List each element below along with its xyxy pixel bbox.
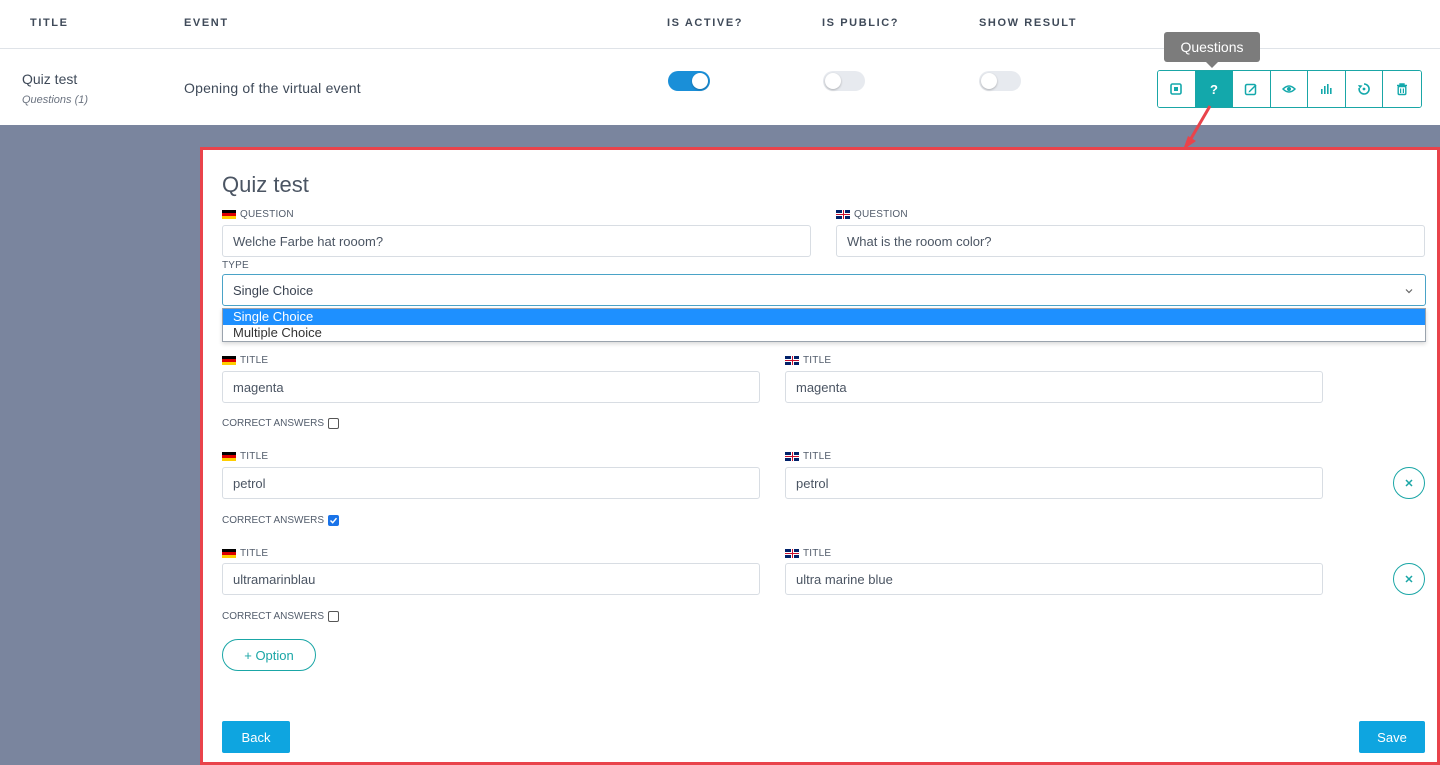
question-en-input[interactable]: What is the rooom color? xyxy=(836,225,1425,257)
uk-flag-icon xyxy=(785,549,799,558)
check-icon xyxy=(330,517,338,524)
chevron-down-icon xyxy=(1405,289,1413,294)
is-active-toggle[interactable] xyxy=(668,71,710,91)
uk-flag-icon xyxy=(836,210,850,219)
type-option-multiple[interactable]: Multiple Choice xyxy=(223,325,1425,341)
option-1-de-label: TITLE xyxy=(222,355,268,366)
type-select-value: Single Choice xyxy=(233,282,314,298)
correct-answers-label: CORRECT ANSWERS xyxy=(222,611,325,622)
option-2-en-label: TITLE xyxy=(785,451,831,462)
column-header-event: EVENT xyxy=(184,17,229,29)
option-2-correct: CORRECT ANSWERS xyxy=(222,515,340,526)
german-flag-icon xyxy=(222,210,236,219)
option-3-en-label: TITLE xyxy=(785,548,831,559)
eye-icon xyxy=(1281,85,1296,93)
option-title-label: TITLE xyxy=(240,355,269,366)
add-option-button[interactable]: + Option xyxy=(222,639,316,671)
panel-title: Quiz test xyxy=(222,172,309,197)
event-name: Opening of the virtual event xyxy=(184,80,361,96)
option-2-en-input[interactable]: petrol xyxy=(785,467,1323,499)
question-editor-panel: Quiz test QUESTION Welche Farbe hat rooo… xyxy=(200,147,1440,765)
is-public-toggle[interactable] xyxy=(823,71,865,91)
toggle-knob xyxy=(692,73,708,89)
option-title-label: TITLE xyxy=(240,451,269,462)
option-3-de-label: TITLE xyxy=(222,548,268,559)
toggle-knob xyxy=(981,73,997,89)
uk-flag-icon xyxy=(785,356,799,365)
column-header-is-public: IS PUBLIC? xyxy=(822,17,900,29)
german-flag-icon xyxy=(222,549,236,558)
svg-text:?: ? xyxy=(1210,82,1218,96)
option-title-label: TITLE xyxy=(803,451,832,462)
correct-answers-label: CORRECT ANSWERS xyxy=(222,515,325,526)
option-3-correct: CORRECT ANSWERS xyxy=(222,611,340,622)
question-de-input[interactable]: Welche Farbe hat rooom? xyxy=(222,225,811,257)
question-en-label: QUESTION xyxy=(836,209,908,220)
column-header-show-result: SHOW RESULT xyxy=(979,17,1078,29)
type-dropdown: Single Choice Multiple Choice xyxy=(222,308,1426,342)
uk-flag-icon xyxy=(785,452,799,461)
quiz-title: Quiz test xyxy=(22,71,78,87)
option-title-label: TITLE xyxy=(240,548,269,559)
option-3-de-input[interactable]: ultramarinblau xyxy=(222,563,760,595)
questions-tooltip: Questions xyxy=(1164,32,1260,68)
type-select[interactable]: Single Choice xyxy=(222,274,1426,306)
results-button[interactable] xyxy=(1308,71,1346,107)
option-1-en-input[interactable]: magenta xyxy=(785,371,1323,403)
option-title-label: TITLE xyxy=(803,548,832,559)
bar-chart-icon xyxy=(1321,84,1332,94)
back-button[interactable]: Back xyxy=(222,721,290,753)
close-icon xyxy=(1405,479,1413,487)
option-2-de-input[interactable]: petrol xyxy=(222,467,760,499)
question-label-text: QUESTION xyxy=(854,209,908,220)
question-icon: ? xyxy=(1210,82,1218,96)
type-option-single[interactable]: Single Choice xyxy=(223,309,1425,325)
german-flag-icon xyxy=(222,452,236,461)
reset-button[interactable] xyxy=(1345,71,1383,107)
option-1-de-input[interactable]: magenta xyxy=(222,371,760,403)
close-icon xyxy=(1405,575,1413,583)
remove-option-3-button[interactable] xyxy=(1393,563,1425,595)
column-header-is-active: IS ACTIVE? xyxy=(667,17,744,29)
quiz-question-count: Questions (1) xyxy=(22,94,89,106)
preview-button[interactable] xyxy=(1270,71,1308,107)
stop-icon xyxy=(1170,83,1183,95)
save-button[interactable]: Save xyxy=(1359,721,1425,753)
option-1-correct-checkbox[interactable] xyxy=(328,418,340,429)
question-de-label: QUESTION xyxy=(222,209,294,220)
option-3-correct-checkbox[interactable] xyxy=(328,611,340,622)
correct-answers-label: CORRECT ANSWERS xyxy=(222,418,325,429)
option-title-label: TITLE xyxy=(803,355,832,366)
delete-button[interactable] xyxy=(1383,71,1421,107)
option-2-de-label: TITLE xyxy=(222,451,268,462)
question-label-text: QUESTION xyxy=(240,209,294,220)
edit-icon xyxy=(1245,83,1257,96)
edit-button[interactable] xyxy=(1233,71,1271,107)
reset-icon xyxy=(1357,83,1370,95)
option-1-en-label: TITLE xyxy=(785,355,831,366)
trash-icon xyxy=(1396,83,1407,96)
type-label: TYPE xyxy=(222,260,249,271)
option-3-en-input[interactable]: ultra marine blue xyxy=(785,563,1323,595)
toggle-knob xyxy=(825,73,841,89)
option-2-correct-checkbox[interactable] xyxy=(328,515,340,526)
option-1-correct: CORRECT ANSWERS xyxy=(222,418,340,429)
column-header-title: TITLE xyxy=(30,17,69,29)
show-result-toggle[interactable] xyxy=(979,71,1021,91)
remove-option-2-button[interactable] xyxy=(1393,467,1425,499)
german-flag-icon xyxy=(222,356,236,365)
